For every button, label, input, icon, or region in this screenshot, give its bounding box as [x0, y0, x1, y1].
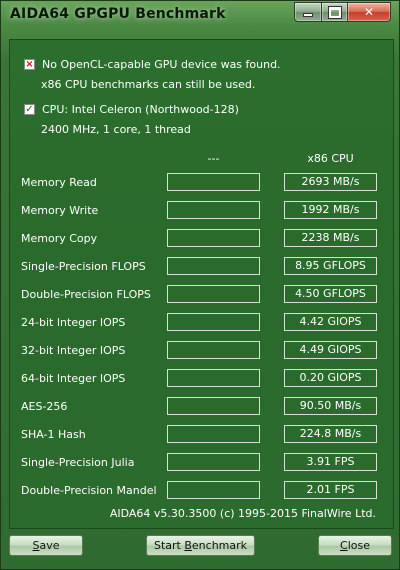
maximize-button[interactable] [322, 2, 348, 22]
cpu-info-message: ✓ CPU: Intel Celeron (Northwood-128) [24, 103, 239, 116]
error-icon: × [24, 58, 35, 70]
cpu-result-cell: 8.95 GFLOPS [284, 257, 377, 275]
gpu-result-cell [167, 313, 260, 331]
cpu-result-cell: 1992 MB/s [284, 201, 377, 219]
row-label: Single-Precision FLOPS [21, 260, 146, 273]
table-row: Double-Precision FLOPS 4.50 GFLOPS [10, 282, 393, 310]
window-controls: ✕ [294, 2, 391, 22]
cpu-result-cell: 2693 MB/s [284, 173, 377, 191]
save-mnemonic: S [32, 539, 40, 552]
table-row: SHA-1 Hash 224.8 MB/s [10, 422, 393, 450]
cpu-result-cell: 2238 MB/s [284, 229, 377, 247]
gpu-result-cell [167, 285, 260, 303]
window-title: AIDA64 GPGPU Benchmark [10, 6, 226, 22]
gpu-result-cell [167, 481, 260, 499]
cpu-result-cell: 3.91 FPS [284, 453, 377, 471]
start-mnemonic: B [184, 539, 192, 552]
gpu-status-text: No OpenCL-capable GPU device was found. [42, 58, 281, 71]
cpu-result-cell: 4.49 GIOPS [284, 341, 377, 359]
copyright-footer: AIDA64 v5.30.3500 (c) 1995-2015 FinalWir… [109, 507, 376, 520]
gpu-result-cell [167, 229, 260, 247]
save-button[interactable]: Save [9, 535, 83, 556]
gpu-result-cell [167, 201, 260, 219]
cpu-column-header: x86 CPU [307, 152, 354, 165]
cpu-result-cell: 0.20 GIOPS [284, 369, 377, 387]
minimize-button[interactable] [294, 2, 322, 22]
row-label: AES-256 [21, 400, 68, 413]
save-label: ave [39, 539, 60, 552]
close-label: lose [347, 539, 370, 552]
table-row: Single-Precision Julia 3.91 FPS [10, 450, 393, 478]
title-bar[interactable]: AIDA64 GPGPU Benchmark ✕ [1, 1, 399, 31]
start-label: enchmark [191, 539, 248, 552]
check-icon: ✓ [24, 103, 35, 115]
gpu-result-cell [167, 257, 260, 275]
cpu-result-cell: 2.01 FPS [284, 481, 377, 499]
cpu-result-cell: 4.50 GFLOPS [284, 285, 377, 303]
cpu-result-cell: 90.50 MB/s [284, 397, 377, 415]
gpu-result-cell [167, 397, 260, 415]
row-label: Memory Write [21, 204, 99, 217]
row-label: 32-bit Integer IOPS [21, 344, 126, 357]
gpu-result-cell [167, 369, 260, 387]
row-label: Memory Copy [21, 232, 98, 245]
row-label: Memory Read [21, 176, 97, 189]
table-row: Memory Copy 2238 MB/s [10, 226, 393, 254]
gpu-column-header: --- [207, 152, 220, 165]
row-label: Single-Precision Julia [21, 456, 135, 469]
maximize-icon [328, 6, 341, 18]
close-mnemonic: C [340, 539, 348, 552]
gpu-status-message: × No OpenCL-capable GPU device was found… [24, 58, 281, 71]
table-row: 64-bit Integer IOPS 0.20 GIOPS [10, 366, 393, 394]
close-icon: ✕ [363, 5, 375, 19]
gpu-status-subtext: x86 CPU benchmarks can still be used. [41, 78, 256, 91]
table-row: 24-bit Integer IOPS 4.42 GIOPS [10, 310, 393, 338]
cpu-result-cell: 224.8 MB/s [284, 425, 377, 443]
close-window-button[interactable]: ✕ [348, 2, 391, 22]
cpu-info-text: CPU: Intel Celeron (Northwood-128) [42, 103, 239, 116]
table-row: Single-Precision FLOPS 8.95 GFLOPS [10, 254, 393, 282]
table-row: Memory Write 1992 MB/s [10, 198, 393, 226]
cpu-info-subtext: 2400 MHz, 1 core, 1 thread [41, 123, 191, 136]
row-label: Double-Precision Mandel [21, 484, 157, 497]
row-label: 24-bit Integer IOPS [21, 316, 126, 329]
table-row: AES-256 90.50 MB/s [10, 394, 393, 422]
minimize-icon [304, 14, 312, 16]
close-button[interactable]: Close [318, 535, 392, 556]
gpu-result-cell [167, 173, 260, 191]
benchmark-window: AIDA64 GPGPU Benchmark ✕ × No OpenCL-cap… [0, 0, 400, 570]
table-row: Double-Precision Mandel 2.01 FPS [10, 478, 393, 506]
gpu-result-cell [167, 425, 260, 443]
table-row: 32-bit Integer IOPS 4.49 GIOPS [10, 338, 393, 366]
gpu-result-cell [167, 341, 260, 359]
row-label: 64-bit Integer IOPS [21, 372, 126, 385]
content-panel: × No OpenCL-capable GPU device was found… [9, 39, 394, 529]
start-benchmark-button[interactable]: Start Benchmark [146, 535, 255, 556]
start-label-prefix: Start [153, 539, 185, 552]
gpu-result-cell [167, 453, 260, 471]
cpu-result-cell: 4.42 GIOPS [284, 313, 377, 331]
table-row: Memory Read 2693 MB/s [10, 170, 393, 198]
row-label: Double-Precision FLOPS [21, 288, 151, 301]
row-label: SHA-1 Hash [21, 428, 86, 441]
